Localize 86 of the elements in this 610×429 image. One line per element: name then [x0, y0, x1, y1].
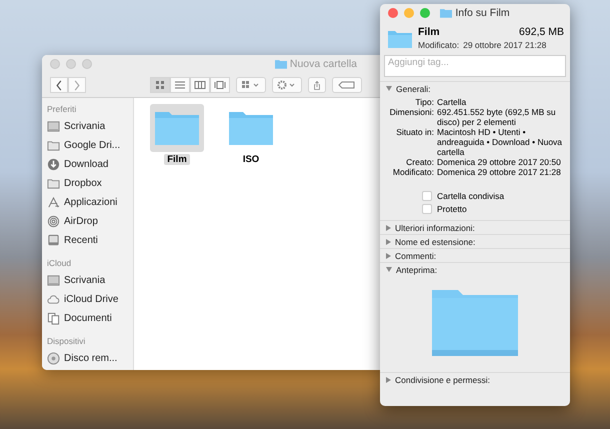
sidebar-heading: Preferiti: [47, 104, 78, 114]
documents-icon: [47, 312, 60, 325]
disclosure-triangle-icon: [386, 376, 391, 382]
view-mode-button[interactable]: [170, 77, 190, 93]
disclosure-triangle-icon: [386, 252, 391, 258]
view-mode-button[interactable]: [190, 77, 210, 93]
recents-icon: [47, 234, 60, 247]
checkbox[interactable]: [422, 191, 432, 201]
sidebar-item[interactable]: Dropbox: [47, 174, 133, 193]
action-gear-button[interactable]: [272, 77, 302, 93]
apps-icon: [47, 196, 60, 209]
disclosure-triangle-icon: [386, 267, 392, 272]
desktop-icon: [47, 120, 60, 133]
sidebar-item[interactable]: Recenti: [47, 231, 133, 250]
share-button[interactable]: [308, 77, 326, 93]
sidebar-item[interactable]: Applicazioni: [47, 193, 133, 212]
disk-icon: [47, 352, 60, 365]
disclosure-triangle-icon: [386, 224, 391, 230]
icons-view-icon: [154, 80, 166, 90]
file-size: 692,5 MB: [519, 26, 564, 38]
sidebar-item[interactable]: Download: [47, 155, 133, 174]
sidebar-item[interactable]: Disco rem...: [47, 349, 133, 368]
section-disclosure[interactable]: Generali:: [380, 82, 570, 95]
property-value: 692.451.552 byte (692,5 MB su disco) per 2 elementi: [437, 107, 557, 127]
sidebar-heading: Dispositivi: [47, 336, 86, 346]
section-disclosure[interactable]: Commenti:: [380, 249, 570, 262]
download-icon: [47, 158, 60, 171]
desktop-icon: [47, 274, 60, 287]
chevron-right-icon: [73, 80, 81, 90]
window-title: Info su Film: [455, 7, 510, 19]
disclosure-triangle-icon: [386, 238, 391, 244]
view-mode-button[interactable]: [150, 77, 170, 93]
window-title: Nuova cartella: [290, 58, 357, 70]
airdrop-icon: [47, 215, 60, 228]
list-view-icon: [174, 80, 186, 90]
property-label: Creato:: [405, 157, 434, 167]
property-label: Tipo:: [414, 97, 434, 107]
close-button[interactable]: [388, 8, 398, 18]
tag-button[interactable]: [332, 77, 362, 93]
folder-icon: [274, 59, 287, 69]
modified-date: 29 ottobre 2017 21:28: [463, 40, 546, 50]
gear-dropdown-icon: [277, 80, 297, 90]
folder-icon: [228, 110, 274, 146]
sidebar-item[interactable]: Scrivania: [47, 271, 133, 290]
tag-icon: [337, 80, 357, 90]
view-mode-button[interactable]: [210, 77, 230, 93]
sidebar-item[interactable]: Documenti: [47, 309, 133, 328]
property-value: Macintosh HD • Utenti • andreaguida • Download • Nuova cartella: [437, 127, 564, 157]
sidebar-heading: iCloud: [47, 258, 72, 268]
section-disclosure[interactable]: Ulteriori informazioni:: [380, 221, 570, 234]
chevron-left-icon: [55, 80, 63, 90]
modified-label: Modificato:: [418, 40, 460, 50]
property-value: Domenica 29 ottobre 2017 20:50: [437, 157, 562, 167]
section-disclosure[interactable]: Nome ed estensione:: [380, 235, 570, 248]
arrange-button[interactable]: [236, 77, 266, 93]
folder-item[interactable]: ISO: [224, 104, 278, 165]
property-label: Situato in:: [395, 127, 434, 139]
tags-field[interactable]: Aggiungi tag...: [384, 55, 566, 77]
sidebar-item[interactable]: Google Dri...: [47, 136, 133, 155]
folder-icon: [440, 8, 452, 18]
section-disclosure[interactable]: Condivisione e permessi:: [380, 373, 570, 386]
folder-preview-icon: [432, 288, 518, 356]
property-label: Modificato:: [392, 167, 434, 177]
folder-icon: [154, 110, 200, 146]
back-button[interactable]: [50, 77, 68, 93]
property-value: Cartella: [437, 97, 468, 107]
checkbox-label: Protetto: [437, 204, 467, 214]
checkbox[interactable]: [422, 204, 432, 214]
grid-dropdown-icon: [241, 80, 261, 90]
section-disclosure[interactable]: Anteprima:: [380, 263, 570, 276]
columns-view-icon: [194, 80, 206, 90]
folder-icon: [47, 139, 60, 152]
folder-icon: [388, 30, 412, 48]
property-label: Dimensioni:: [388, 107, 434, 119]
sidebar-item[interactable]: iCloud Drive: [47, 290, 133, 309]
property-value: Domenica 29 ottobre 2017 21:28: [437, 167, 562, 177]
sidebar-item[interactable]: Scrivania: [47, 117, 133, 136]
sidebar-item[interactable]: AirDrop: [47, 212, 133, 231]
folder-icon: [47, 177, 60, 190]
checkbox-label: Cartella condivisa: [437, 191, 504, 201]
gallery-view-icon: [214, 80, 226, 90]
share-icon: [313, 80, 321, 90]
zoom-button[interactable]: [420, 8, 430, 18]
disclosure-triangle-icon: [386, 86, 392, 91]
cloud-icon: [47, 293, 60, 306]
file-name: Film: [418, 26, 440, 38]
